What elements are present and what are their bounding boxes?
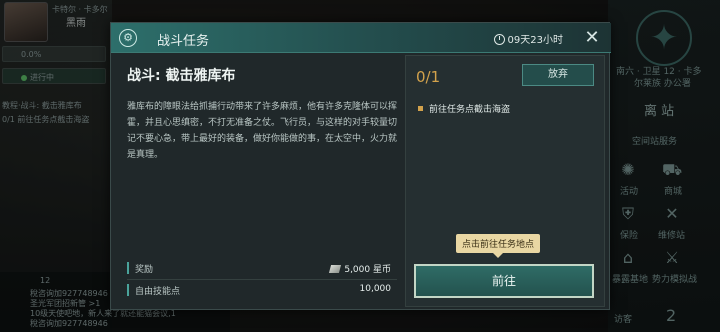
row-accent-bar bbox=[127, 262, 129, 274]
objective-text: 前往任务点截击海盗 bbox=[429, 105, 511, 115]
reward-label: 奖励 bbox=[135, 265, 154, 275]
skill-value: 10,000 bbox=[359, 284, 392, 294]
reward-row: 奖励 5,000 星币 bbox=[127, 259, 397, 277]
objective-item: 前往任务点截击海盗 bbox=[418, 102, 510, 115]
close-icon[interactable]: ✕ bbox=[581, 27, 603, 49]
mission-name: 战斗: 截击雅库布 bbox=[127, 68, 236, 84]
star-coin-icon bbox=[329, 265, 342, 273]
mission-objective-pane: 0/1 放弃 前往任务点截击海盗 点击前往任务地点 前往 bbox=[405, 55, 605, 307]
skill-label: 自由技能点 bbox=[135, 287, 181, 297]
reward-amount: 5,000 bbox=[344, 265, 371, 275]
row-accent-bar bbox=[127, 284, 129, 296]
skill-row: 自由技能点 10,000 bbox=[127, 281, 397, 299]
timer-text: 09天23小时 bbox=[507, 35, 563, 46]
go-button[interactable]: 前往 bbox=[414, 264, 594, 298]
mission-badge-icon: ⚙ bbox=[119, 29, 137, 47]
divider bbox=[127, 279, 397, 280]
mission-info-pane: 战斗: 截击雅库布 雅库布的障眼法给抓捕行动带来了许多麻烦，他有许多克隆体可以挥… bbox=[117, 59, 397, 303]
reward-value: 5,000 星币 bbox=[329, 262, 391, 275]
mission-dialog: ⚙ 战斗任务 09天23小时 ✕ 战斗: 截击雅库布 雅库布的障眼法给抓捕行动带… bbox=[110, 22, 611, 310]
abandon-button[interactable]: 放弃 bbox=[522, 64, 594, 86]
mission-description: 雅库布的障眼法给抓捕行动带来了许多麻烦，他有许多克隆体可以挥霍，并且心思缜密，不… bbox=[127, 102, 398, 160]
go-tooltip: 点击前往任务地点 bbox=[456, 234, 541, 258]
mission-timer: 09天23小时 bbox=[493, 31, 563, 46]
clock-icon bbox=[493, 34, 505, 45]
objective-bullet-icon bbox=[418, 106, 423, 111]
reward-currency: 星币 bbox=[372, 265, 391, 275]
dialog-title: 战斗任务 bbox=[157, 34, 210, 49]
dialog-header: ⚙ 战斗任务 09天23小时 ✕ bbox=[111, 23, 611, 53]
mission-progress: 0/1 bbox=[416, 68, 441, 86]
